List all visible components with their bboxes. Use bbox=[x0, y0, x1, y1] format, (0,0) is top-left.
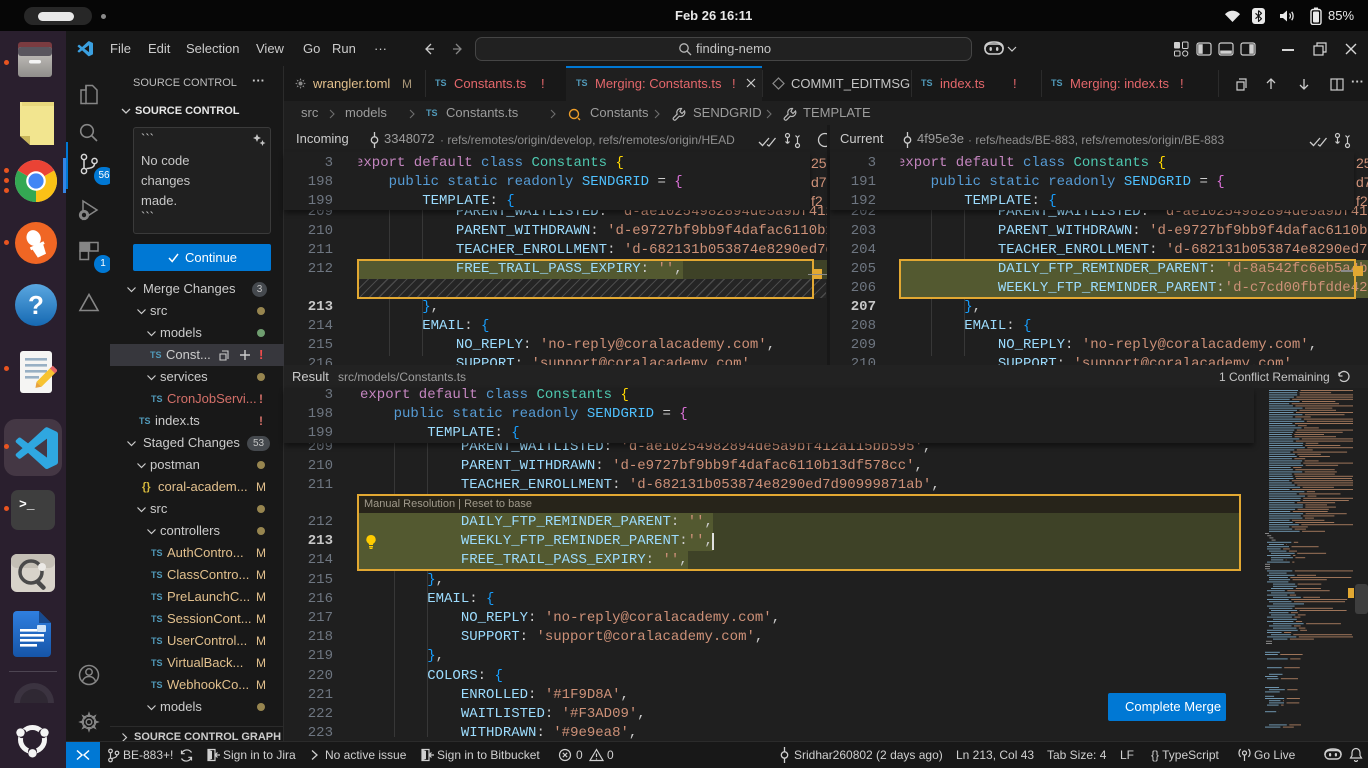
svg-text:>_: >_ bbox=[19, 497, 35, 512]
svg-text:?: ? bbox=[28, 290, 44, 320]
